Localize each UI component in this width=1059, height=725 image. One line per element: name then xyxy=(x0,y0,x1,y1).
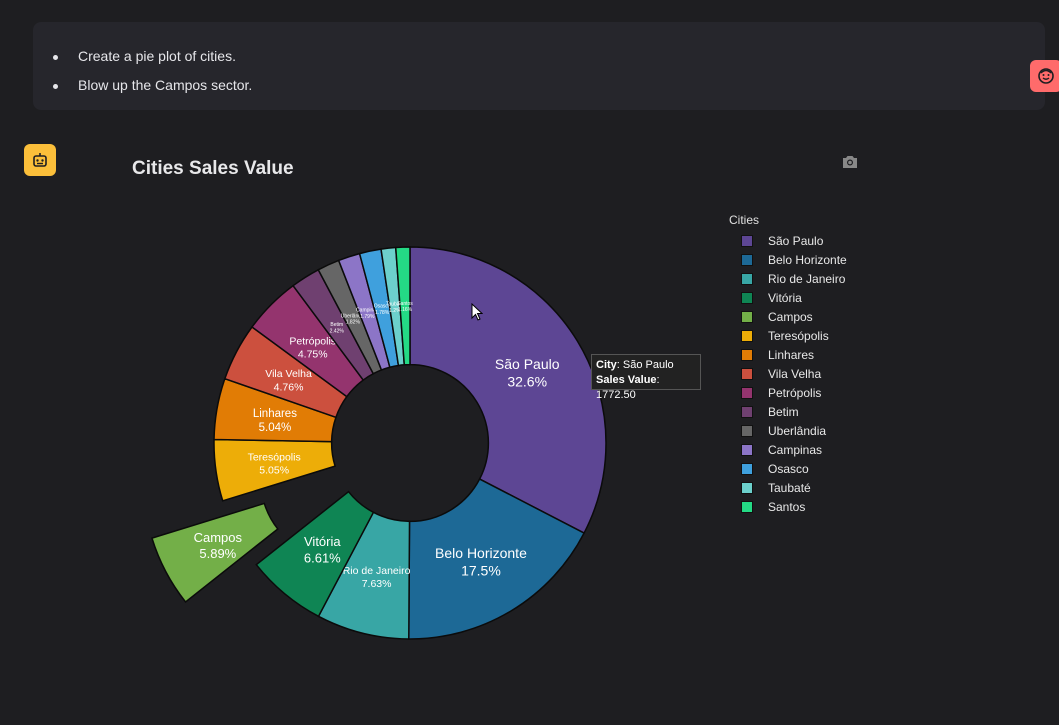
legend-item[interactable]: Taubaté xyxy=(729,478,847,497)
legend-swatch xyxy=(741,234,753,247)
slice-label-name: Teresópolis xyxy=(248,451,301,463)
pie-chart: São Paulo 32.6% Belo Horizonte 17.5% Rio de … xyxy=(151,246,607,640)
legend-item[interactable]: Petrópolis xyxy=(729,383,847,402)
slice-label-value: 2.42% xyxy=(330,328,345,334)
pie-slice[interactable] xyxy=(409,246,607,535)
slice-label-value: 32.6% xyxy=(507,374,547,390)
legend-swatch xyxy=(741,291,753,304)
legend-label: Campinas xyxy=(768,442,823,457)
legend-label: São Paulo xyxy=(768,233,824,248)
legend-swatch xyxy=(741,272,753,285)
slice-label-value: 5.89% xyxy=(199,546,236,561)
legend-item[interactable]: Vila Velha xyxy=(729,364,847,383)
legend-label: Teresópolis xyxy=(768,328,829,343)
slice-label-value: 7.63% xyxy=(362,578,392,590)
slice-label-value: 1.16% xyxy=(398,307,413,313)
legend-item[interactable]: Belo Horizonte xyxy=(729,250,847,269)
slice-label-name: Petrópolis xyxy=(289,335,336,347)
slice-label-name: Santos xyxy=(397,301,413,307)
tooltip-city-label: City xyxy=(596,359,617,371)
legend-label: Vila Velha xyxy=(768,366,822,381)
legend-item[interactable]: Osasco xyxy=(729,459,847,478)
legend-item[interactable]: Linhares xyxy=(729,345,847,364)
legend-swatch xyxy=(741,329,753,342)
legend-item[interactable]: Campinas xyxy=(729,440,847,459)
slice-label-value: 17.5% xyxy=(461,562,501,578)
slice-label-name: Linhares xyxy=(253,408,297,420)
legend-label: Taubaté xyxy=(768,480,811,495)
legend-label: Petrópolis xyxy=(768,385,822,400)
legend-swatch xyxy=(741,481,753,494)
slice-label-name: São Paulo xyxy=(495,356,560,372)
mouse-cursor-icon xyxy=(471,303,483,321)
slice-label-name: Belo Horizonte xyxy=(435,545,527,561)
legend-label: Linhares xyxy=(768,347,815,362)
slice-label-value: 4.76% xyxy=(274,381,304,393)
legend-swatch xyxy=(741,500,753,513)
slice-label-value: 1.79% xyxy=(360,314,375,320)
legend-swatch xyxy=(741,462,753,475)
legend-swatch xyxy=(741,253,753,266)
tooltip-city-value: São Paulo xyxy=(622,359,674,371)
legend-swatch xyxy=(741,443,753,456)
legend-item[interactable]: Uberlândia xyxy=(729,421,847,440)
slice-label: Betim 2.42% xyxy=(330,322,345,334)
legend-item[interactable]: Santos xyxy=(729,497,847,516)
legend-swatch xyxy=(741,424,753,437)
slice-label: Vitória 6.61% xyxy=(304,534,342,565)
slice-label-name: Rio de Janeiro xyxy=(343,565,411,577)
slice-label-name: Betim xyxy=(330,322,343,328)
slice-label-name: Campos xyxy=(194,530,243,545)
legend-item[interactable]: Campos xyxy=(729,307,847,326)
legend-swatch xyxy=(741,367,753,380)
legend-label: Santos xyxy=(768,499,806,514)
legend-label: Campos xyxy=(768,309,813,324)
slice-label: Campos 5.89% xyxy=(194,530,243,561)
legend-swatch xyxy=(741,310,753,323)
legend-label: Vitória xyxy=(768,290,802,305)
legend-item[interactable]: Vitória xyxy=(729,288,847,307)
legend-item[interactable]: Betim xyxy=(729,402,847,421)
slice-label-name: Vitória xyxy=(304,534,341,549)
tooltip-sales-label: Sales Value xyxy=(596,374,657,386)
legend-label: Betim xyxy=(768,404,799,419)
slice-label-value: 5.05% xyxy=(259,464,289,476)
legend-swatch xyxy=(741,405,753,418)
slice-label-value: 1.78% xyxy=(375,310,390,316)
legend-item[interactable]: Rio de Janeiro xyxy=(729,269,847,288)
slice-label: Santos 1.16% xyxy=(397,301,413,313)
slice-label-name: Vila Velha xyxy=(265,368,312,380)
legend-item[interactable]: Teresópolis xyxy=(729,326,847,345)
legend-swatch xyxy=(741,386,753,399)
slice-label-value: 5.04% xyxy=(259,422,292,434)
legend: Cities São Paulo Belo Horizonte Rio de Jan… xyxy=(729,213,847,516)
tooltip-sales-value: 1772.50 xyxy=(596,389,636,401)
slice-label-value: 4.75% xyxy=(298,348,328,360)
legend-swatch xyxy=(741,348,753,361)
hover-tooltip: City: São Paulo Sales Value: 1772.50 xyxy=(591,354,701,401)
legend-item[interactable]: São Paulo xyxy=(729,231,847,250)
legend-title: Cities xyxy=(729,213,760,227)
legend-label: Uberlândia xyxy=(768,423,827,438)
legend-label: Belo Horizonte xyxy=(768,252,847,267)
slice-label-value: 6.61% xyxy=(304,550,341,565)
legend-label: Osasco xyxy=(768,461,809,476)
legend-label: Rio de Janeiro xyxy=(768,271,846,286)
slice-label-value: 1.82% xyxy=(346,320,361,326)
